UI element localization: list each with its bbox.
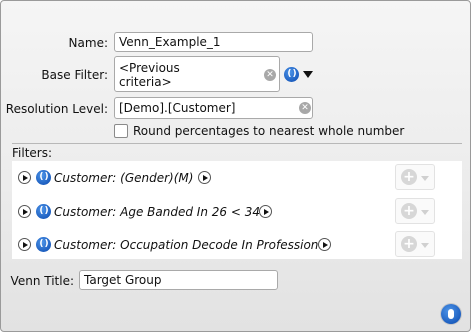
chevron-down-icon — [421, 210, 429, 215]
round-percentages-label: Round percentages to nearest whole numbe… — [133, 124, 405, 138]
base-filter-label: Base Filter: — [41, 68, 108, 82]
base-filter-parenthesis-icon[interactable]: ( ) — [284, 67, 299, 82]
filter-1-expand-icon[interactable] — [18, 171, 31, 184]
resolution-level-clear-icon[interactable]: ✕ — [299, 102, 311, 114]
base-filter-input[interactable]: <Previous criteria> — [114, 56, 280, 92]
base-filter-clear-icon[interactable]: ✕ — [264, 69, 276, 81]
filters-label: Filters: — [12, 146, 53, 160]
name-label: Name: — [68, 36, 108, 50]
filter-1-text[interactable]: Customer: (Gender)(M) — [54, 171, 193, 185]
resolution-level-input[interactable]: [Demo].[Customer] — [114, 97, 313, 119]
add-icon: + — [401, 169, 417, 185]
toggle-options-button[interactable] — [441, 304, 461, 324]
chevron-down-icon — [421, 176, 429, 181]
filter-1-add-button[interactable]: + — [395, 164, 435, 190]
add-icon: + — [401, 203, 417, 219]
base-filter-dropdown-icon[interactable] — [303, 71, 313, 78]
name-input[interactable]: Venn_Example_1 — [114, 32, 313, 52]
filter-2-parenthesis-icon[interactable]: ( ) — [36, 204, 51, 219]
filter-1-options-icon[interactable] — [198, 171, 211, 184]
filter-3-add-button[interactable]: + — [395, 231, 435, 257]
filter-3-expand-icon[interactable] — [18, 238, 31, 251]
filter-3-text[interactable]: Customer: Occupation Decode In Professio… — [54, 238, 329, 252]
filter-2-text[interactable]: Customer: Age Banded In 26 < 34 — [54, 205, 260, 219]
venn-title-label: Venn Title: — [10, 274, 74, 288]
filters-list: ( ) Customer: (Gender)(M) + ( ) Customer… — [12, 161, 462, 259]
add-icon: + — [401, 236, 417, 252]
filter-1-parenthesis-icon[interactable]: ( ) — [36, 170, 51, 185]
venn-properties-panel: Name: Venn_Example_1 Base Filter: <Previ… — [0, 0, 471, 332]
venn-title-input[interactable]: Target Group — [79, 270, 278, 290]
chevron-down-icon — [421, 243, 429, 248]
filter-2-options-icon[interactable] — [259, 205, 272, 218]
divider — [12, 143, 462, 144]
filter-2-expand-icon[interactable] — [18, 205, 31, 218]
resolution-level-label: Resolution Level: — [5, 102, 108, 116]
filter-3-parenthesis-icon[interactable]: ( ) — [36, 237, 51, 252]
filter-2-add-button[interactable]: + — [395, 198, 435, 224]
round-percentages-checkbox[interactable] — [114, 124, 128, 138]
filter-3-options-icon[interactable] — [318, 238, 331, 251]
